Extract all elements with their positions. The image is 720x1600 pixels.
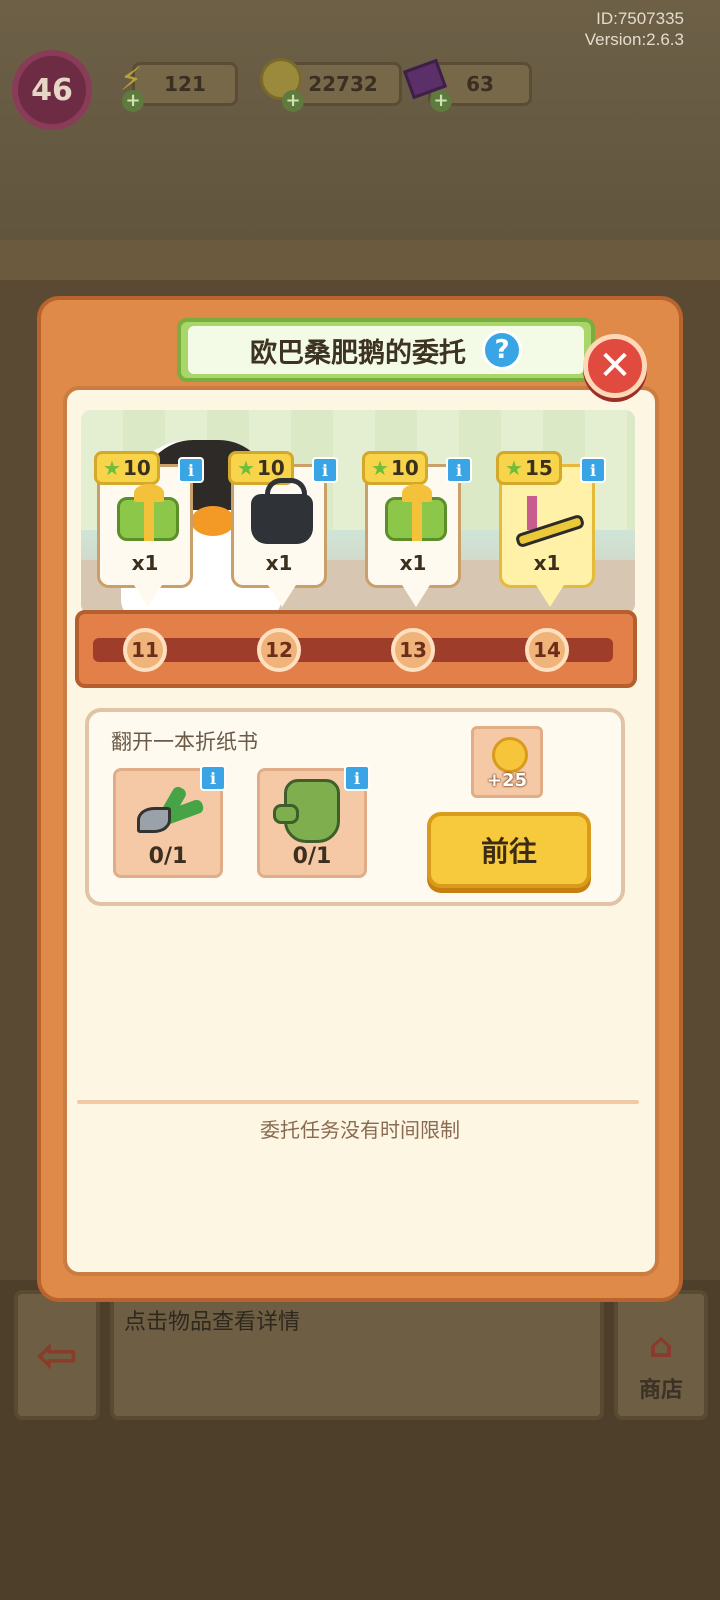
player-level: 46 — [31, 72, 73, 108]
go-button[interactable]: 前往 — [427, 812, 591, 888]
go-label: 前往 — [480, 835, 537, 868]
glove-icon — [260, 779, 364, 843]
close-icon: ✕ — [598, 343, 632, 389]
reward-card[interactable]: ★ 10 i x1 — [228, 451, 338, 607]
info-icon[interactable]: i — [580, 457, 606, 483]
bag-icon — [246, 478, 318, 549]
background-shelf — [0, 240, 720, 280]
add-coins-button: + — [282, 90, 304, 112]
star-cost-badge: ★ 10 — [362, 451, 428, 485]
footer-divider — [77, 1100, 639, 1104]
coin-value: 22732 — [308, 72, 378, 96]
shop-label: 商店 — [638, 1378, 683, 1403]
title-inner: 欧巴桑肥鹅的委托 ? — [188, 326, 584, 374]
gem-value: 63 — [466, 72, 494, 96]
star-icon: ★ — [103, 456, 121, 480]
task-box: 翻开一本折纸书 i 0/1 i 0/1 +25 前往 — [85, 708, 625, 906]
info-icon[interactable]: i — [312, 457, 338, 483]
gift-box-icon — [112, 484, 184, 549]
star-cost: 10 — [122, 456, 151, 480]
add-energy-button: + — [122, 90, 144, 112]
star-icon: ★ — [237, 456, 255, 480]
node-number: 12 — [265, 638, 293, 662]
node-number: 11 — [131, 638, 159, 662]
item-hint-box: 点击物品查看详情 — [110, 1290, 604, 1420]
treadmill-icon — [514, 489, 586, 549]
star-icon: ★ — [371, 456, 389, 480]
pruning-shears-icon — [116, 779, 220, 843]
reward-quantity: x1 — [533, 551, 561, 575]
task-item-slot[interactable]: i 0/1 — [257, 765, 370, 878]
shop-icon: ⌂ — [648, 1326, 674, 1366]
version-label: Version:2.6.3 — [584, 30, 684, 49]
energy-value: 121 — [164, 72, 206, 96]
progress-node: 14 — [525, 628, 569, 672]
coin-reward: +25 — [471, 726, 543, 798]
node-number: 14 — [533, 638, 561, 662]
goose-beak — [191, 506, 235, 536]
node-number: 13 — [399, 638, 427, 662]
commission-dialog: 欧巴桑肥鹅的委托 ? ✕ ★ 10 i x1 ★ 10 i x1 ★ 10 i … — [37, 296, 683, 1302]
star-cost-badge: ★ 15 — [496, 451, 562, 485]
star-cost: 10 — [256, 456, 285, 480]
coin-icon — [492, 737, 528, 773]
title-banner: 欧巴桑肥鹅的委托 ? — [145, 318, 627, 398]
reward-card[interactable]: ★ 10 i x1 — [94, 451, 204, 607]
item-progress: 0/1 — [148, 844, 188, 869]
reward-quantity: x1 — [131, 551, 159, 575]
gift-box-icon — [380, 484, 452, 549]
item-hint-text: 点击物品查看详情 — [124, 1310, 301, 1335]
star-cost: 10 — [390, 456, 419, 480]
star-cost: 15 — [524, 456, 553, 480]
info-icon[interactable]: i — [446, 457, 472, 483]
reward-card-highlighted[interactable]: ★ 15 i x1 — [496, 451, 606, 607]
reward-scene: ★ 10 i x1 ★ 10 i x1 ★ 10 i x1 ★ 15 i x1 — [81, 410, 635, 614]
version-info: ID:7507335 Version:2.6.3 — [585, 8, 684, 50]
player-id: ID:7507335 — [596, 9, 684, 28]
item-progress: 0/1 — [292, 844, 332, 869]
exit-button: ⇦ — [14, 1290, 100, 1420]
info-icon[interactable]: i — [178, 457, 204, 483]
help-icon[interactable]: ? — [482, 330, 522, 370]
close-button[interactable]: ✕ — [583, 334, 647, 398]
player-level-badge: 46 — [12, 50, 92, 130]
progress-node: 13 — [391, 628, 435, 672]
reward-card[interactable]: ★ 10 i x1 — [362, 451, 472, 607]
task-title: 翻开一本折纸书 — [111, 730, 258, 754]
progress-node: 11 — [123, 628, 167, 672]
add-gems-button: + — [430, 90, 452, 112]
progress-track: 11 12 13 14 — [75, 610, 637, 688]
star-cost-badge: ★ 10 — [94, 451, 160, 485]
reward-quantity: x1 — [399, 551, 427, 575]
shop-button: ⌂ 商店 — [614, 1290, 708, 1420]
footer-note: 委托任务没有时间限制 — [260, 1118, 460, 1142]
task-item-slot[interactable]: i 0/1 — [113, 765, 226, 878]
progress-node: 12 — [257, 628, 301, 672]
star-icon: ★ — [505, 456, 523, 480]
reward-quantity: x1 — [265, 551, 293, 575]
dialog-title: 欧巴桑肥鹅的委托 — [250, 337, 466, 369]
coin-reward-amount: +25 — [486, 770, 528, 791]
